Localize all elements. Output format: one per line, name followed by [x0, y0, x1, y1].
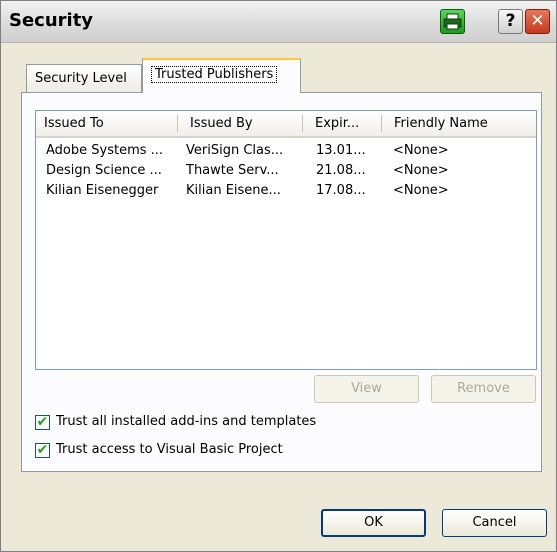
trust-vba-checkbox[interactable]: ✔: [35, 443, 50, 458]
column-issued-to[interactable]: Issued To: [36, 111, 177, 136]
ok-button[interactable]: OK: [321, 509, 426, 537]
table-row[interactable]: Adobe Systems ... VeriSign Clas... 13.01…: [36, 141, 536, 161]
window-title: Security: [9, 10, 94, 31]
cell-issued-to: Design Science ...: [46, 163, 162, 178]
help-button[interactable]: ?: [498, 9, 523, 34]
printer-glyph: [443, 13, 462, 30]
column-issued-by[interactable]: Issued By: [182, 111, 302, 136]
view-button[interactable]: View: [314, 375, 419, 403]
tab-security-level[interactable]: Security Level: [26, 64, 142, 92]
table-row[interactable]: Kilian Eisenegger Kilian Eisene... 17.08…: [36, 181, 536, 201]
tab-security-level-label: Security Level: [35, 71, 127, 86]
cell-friendly-name: <None>: [393, 183, 449, 198]
checkmark-icon: ✔: [36, 442, 49, 458]
security-dialog: Security ? ✕ Security Level Trusted Publ…: [0, 0, 557, 552]
trust-addins-checkbox[interactable]: ✔: [35, 415, 50, 430]
publishers-list[interactable]: Issued To Issued By Expir... Friendly Na…: [35, 110, 537, 370]
tab-trusted-publishers-label: Trusted Publishers: [151, 66, 278, 83]
cell-expiration: 21.08...: [316, 163, 366, 178]
title-bar[interactable]: Security ? ✕: [1, 1, 556, 43]
cell-friendly-name: <None>: [393, 143, 449, 158]
remove-button[interactable]: Remove: [431, 375, 536, 403]
checkmark-icon: ✔: [36, 414, 49, 430]
table-row[interactable]: Design Science ... Thawte Serv... 21.08.…: [36, 161, 536, 181]
printer-icon[interactable]: [440, 9, 465, 34]
tab-trusted-publishers[interactable]: Trusted Publishers: [142, 58, 301, 93]
column-expiration[interactable]: Expir...: [307, 111, 381, 136]
cell-issued-by: Kilian Eisene...: [186, 183, 281, 198]
column-divider[interactable]: [381, 115, 382, 132]
cell-expiration: 13.01...: [316, 143, 366, 158]
cell-issued-to: Adobe Systems ...: [46, 143, 164, 158]
cell-expiration: 17.08...: [316, 183, 366, 198]
close-button[interactable]: ✕: [525, 9, 550, 34]
column-divider[interactable]: [302, 115, 303, 132]
cell-issued-to: Kilian Eisenegger: [46, 183, 159, 198]
trust-addins-label[interactable]: Trust all installed add-ins and template…: [56, 414, 316, 429]
list-header: Issued To Issued By Expir... Friendly Na…: [36, 111, 536, 138]
cell-issued-by: Thawte Serv...: [186, 163, 279, 178]
trust-vba-label[interactable]: Trust access to Visual Basic Project: [56, 442, 283, 457]
cell-friendly-name: <None>: [393, 163, 449, 178]
column-divider[interactable]: [177, 115, 178, 132]
column-friendly-name[interactable]: Friendly Name: [386, 111, 526, 136]
cell-issued-by: VeriSign Clas...: [186, 143, 284, 158]
cancel-button[interactable]: Cancel: [442, 509, 547, 537]
